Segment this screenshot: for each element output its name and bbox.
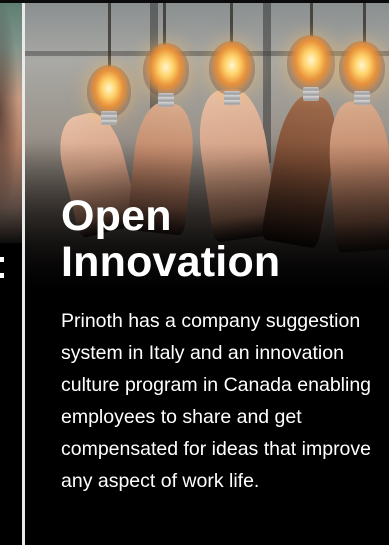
- open-innovation-card[interactable]: Open Innovation Prinoth has a company su…: [25, 3, 389, 545]
- lightbulb: [87, 65, 131, 117]
- lightbulb-base: [224, 91, 240, 105]
- title-fragment-mark-top: [0, 257, 4, 262]
- bulb-cord: [363, 3, 366, 43]
- lightbulb: [209, 41, 255, 95]
- bulb-cord: [163, 3, 166, 45]
- lightbulb: [287, 35, 335, 91]
- lightbulb-base: [101, 111, 117, 125]
- lightbulb-base: [158, 93, 174, 107]
- previous-card-photo: [0, 3, 22, 243]
- lightbulb-base: [354, 91, 370, 105]
- lightbulb: [143, 43, 189, 97]
- lightbulb-base: [303, 87, 319, 101]
- lightbulb: [339, 41, 385, 95]
- card-title-line: Open: [61, 192, 172, 240]
- bulb-cord: [108, 3, 111, 67]
- card-title-line: Innovation: [61, 238, 281, 286]
- card-description: Prinoth has a company suggestion system …: [61, 310, 372, 492]
- bulb-cord: [230, 3, 233, 43]
- card-title: Open Innovation: [61, 193, 381, 285]
- bulb-cord: [310, 3, 313, 37]
- title-fragment-mark-bottom: [0, 273, 4, 278]
- window-crossbar: [25, 51, 389, 56]
- previous-card-title-fragment: [0, 249, 22, 289]
- previous-card-partial[interactable]: [0, 3, 22, 545]
